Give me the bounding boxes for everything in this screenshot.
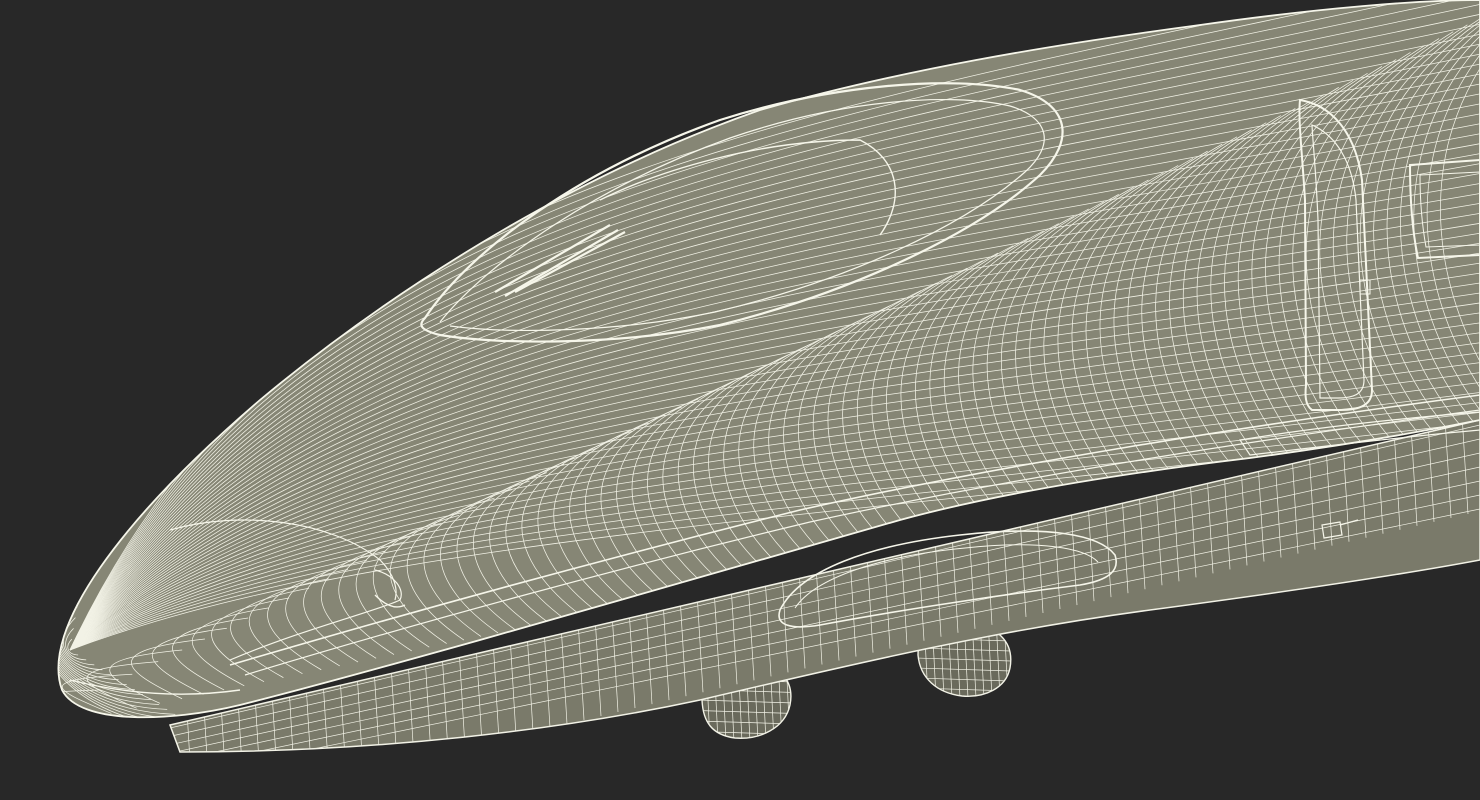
train-wireframe-render	[57, 0, 1480, 753]
render-viewport	[0, 0, 1480, 800]
